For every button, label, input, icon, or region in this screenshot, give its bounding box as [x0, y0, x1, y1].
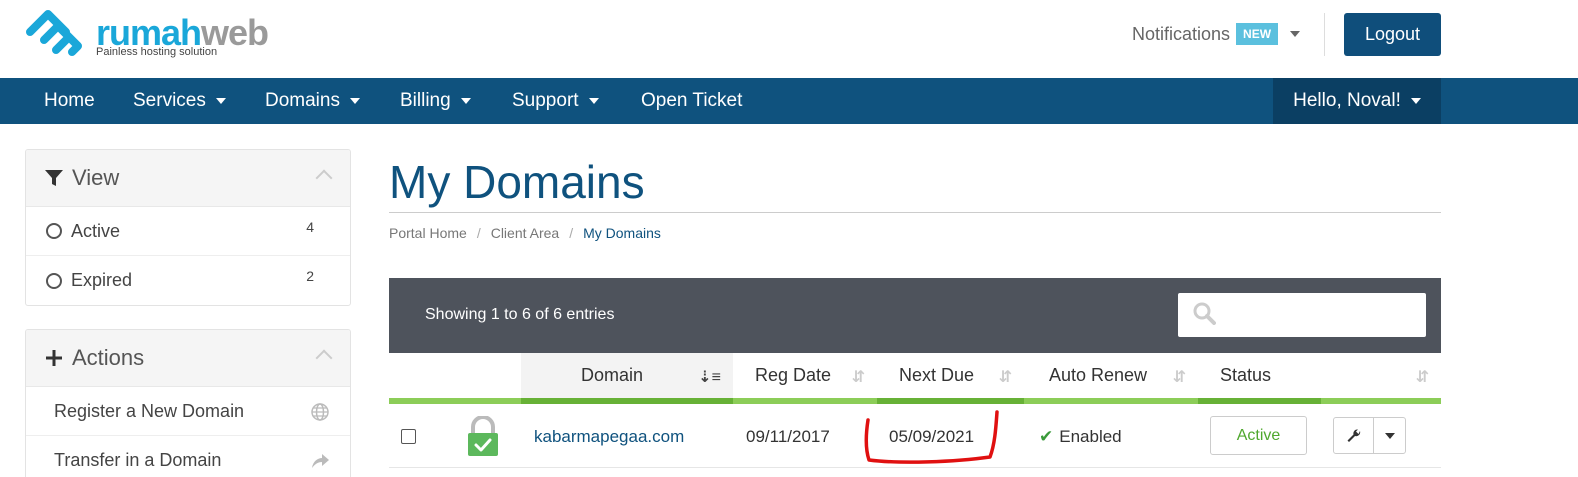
breadcrumb: Portal Home / Client Area / My Domains: [389, 225, 661, 241]
chevron-down-icon: [1384, 432, 1395, 439]
chevron-down-icon: [349, 98, 360, 104]
auto-renew-label: Enabled: [1059, 427, 1122, 446]
nav-label: Home: [44, 90, 95, 111]
page-title: My Domains: [389, 156, 645, 208]
header: rumahweb Painless hosting solution Notif…: [0, 0, 1578, 78]
col-actions[interactable]: ⇵: [1321, 353, 1441, 404]
title-divider: [389, 212, 1441, 213]
col-domain[interactable]: Domain ⇣≡: [521, 353, 733, 404]
notifications-dropdown[interactable]: Notifications NEW: [1132, 20, 1301, 48]
table-search-input[interactable]: [1178, 293, 1426, 337]
chevron-down-icon: [1290, 31, 1301, 37]
column-label: Status: [1220, 365, 1272, 385]
status-badge[interactable]: Active: [1210, 416, 1307, 455]
col-ssl: [445, 353, 521, 404]
entries-info: Showing 1 to 6 of 6 entries: [425, 306, 615, 323]
col-status[interactable]: Status: [1198, 353, 1321, 404]
column-label: Reg Date: [755, 365, 832, 385]
actions-panel-title: Actions: [72, 345, 145, 370]
table-header: Domain ⇣≡ Reg Date ⇵ Next Due ⇵ Auto Ren…: [389, 353, 1441, 404]
action-register-domain[interactable]: Register a New Domain: [26, 387, 350, 436]
nav-services[interactable]: Services: [133, 78, 226, 124]
globe-icon: [311, 403, 329, 421]
col-next-due[interactable]: Next Due ⇵: [877, 353, 1024, 404]
action-label: Transfer in a Domain: [54, 450, 222, 470]
logo-tagline: Painless hosting solution: [96, 46, 218, 58]
wrench-icon: [1347, 428, 1360, 442]
search-icon: [1193, 302, 1216, 325]
share-arrow-icon: [312, 454, 329, 468]
filter-label: Active: [71, 220, 121, 241]
action-transfer-domain[interactable]: Transfer in a Domain: [26, 436, 350, 477]
chevron-down-icon: [460, 98, 471, 104]
nav-label: Domains: [265, 90, 340, 111]
breadcrumb-current: My Domains: [583, 225, 661, 241]
radio-icon[interactable]: [46, 223, 62, 239]
check-icon: ✔: [1039, 427, 1054, 446]
notifications-label: Notifications: [1132, 23, 1231, 44]
row-checkbox[interactable]: [401, 429, 416, 444]
breadcrumb-portal-home[interactable]: Portal Home: [389, 225, 467, 241]
manage-dropdown-toggle[interactable]: [1374, 418, 1405, 453]
auto-renew-cell: ✔ Enabled: [1039, 427, 1122, 447]
lock-icon: [468, 416, 498, 456]
view-panel-title: View: [72, 165, 120, 190]
breadcrumb-separator: /: [569, 225, 574, 241]
domain-link[interactable]: kabarmapegaa.com: [534, 427, 684, 447]
logout-button[interactable]: Logout: [1344, 13, 1441, 56]
filter-label: Expired: [71, 270, 133, 290]
sort-icon: ⇵: [1172, 369, 1186, 386]
header-divider: [1324, 13, 1325, 56]
nav-domains[interactable]: Domains: [265, 78, 360, 124]
chevron-down-icon: [588, 98, 599, 104]
filter-icon: [45, 170, 63, 186]
nav-label: Support: [512, 90, 579, 111]
chevron-up-icon[interactable]: [315, 349, 333, 367]
nav-label: Open Ticket: [641, 90, 743, 111]
user-greeting: Hello, Noval!: [1293, 90, 1401, 111]
breadcrumb-client-area[interactable]: Client Area: [491, 225, 559, 241]
chevron-down-icon: [215, 98, 226, 104]
breadcrumb-separator: /: [476, 225, 481, 241]
filter-expired[interactable]: Expired 2: [26, 256, 350, 305]
manage-button[interactable]: [1334, 418, 1374, 453]
chevron-down-icon: [1410, 98, 1421, 104]
view-panel-header[interactable]: View: [26, 150, 350, 207]
actions-panel: Actions Register a New Domain Transfer i…: [25, 329, 351, 477]
col-checkbox: [389, 353, 445, 404]
notifications-badge: NEW: [1236, 23, 1279, 45]
logo-mark-icon: [26, 10, 82, 56]
filter-count: 4: [306, 219, 314, 235]
radio-icon[interactable]: [46, 272, 62, 289]
column-label: Domain: [581, 365, 644, 385]
view-panel: View Active 4 Expired 2: [25, 149, 351, 306]
col-reg-date[interactable]: Reg Date ⇵: [733, 353, 877, 404]
filter-count: 2: [306, 268, 314, 284]
chevron-up-icon[interactable]: [315, 169, 333, 187]
sort-desc-icon: ⇣≡: [698, 369, 721, 386]
actions-panel-header[interactable]: Actions: [26, 330, 350, 387]
nav-open-ticket[interactable]: Open Ticket: [641, 78, 742, 124]
reg-date-cell: 09/11/2017: [746, 427, 830, 446]
column-label: Auto Renew: [1049, 365, 1148, 385]
col-auto-renew[interactable]: Auto Renew ⇵: [1024, 353, 1198, 404]
action-label: Register a New Domain: [54, 400, 245, 421]
logo[interactable]: rumahweb Painless hosting solution: [26, 10, 286, 64]
column-label: Next Due: [899, 365, 975, 385]
nav-billing[interactable]: Billing: [400, 78, 471, 124]
filter-active[interactable]: Active 4: [26, 207, 350, 256]
red-annotation-mark: [864, 410, 999, 464]
table-toolbar: Showing 1 to 6 of 6 entries: [389, 278, 1441, 353]
user-menu[interactable]: Hello, Noval!: [1273, 78, 1441, 124]
nav-home[interactable]: Home: [44, 78, 95, 124]
sort-icon: ⇵: [998, 369, 1012, 386]
nav-label: Services: [133, 90, 206, 111]
manage-button-group: [1333, 417, 1406, 454]
nav-support[interactable]: Support: [512, 78, 599, 124]
sort-icon: ⇵: [851, 369, 865, 386]
plus-icon: [46, 350, 62, 366]
sort-icon: ⇵: [1415, 369, 1429, 386]
nav-label: Billing: [400, 90, 451, 111]
